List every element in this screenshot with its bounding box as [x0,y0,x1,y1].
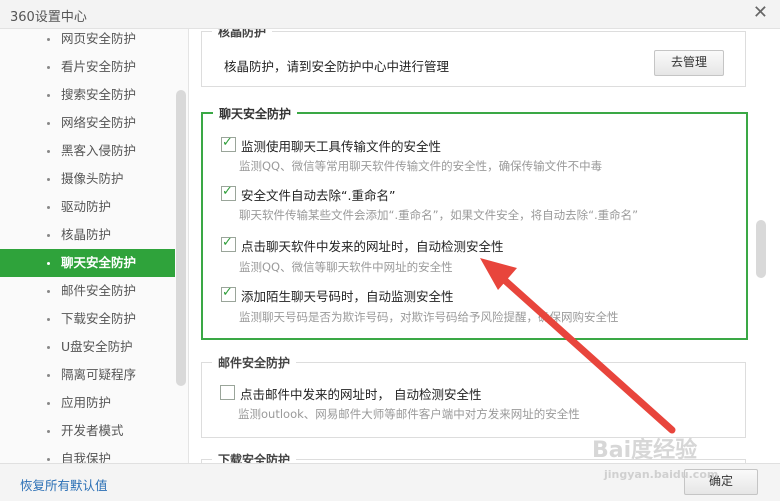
watermark-logo-text: Bai度经验 [592,438,698,463]
watermark-url: jingyan.baidu.com [604,468,719,481]
arrow-shaft [496,272,676,434]
restore-defaults-link[interactable]: 恢复所有默认值 [20,475,108,494]
red-arrow-annotation [480,258,676,434]
baidu-watermark: Bai度经验 jingyan.baidu.com [592,432,762,492]
